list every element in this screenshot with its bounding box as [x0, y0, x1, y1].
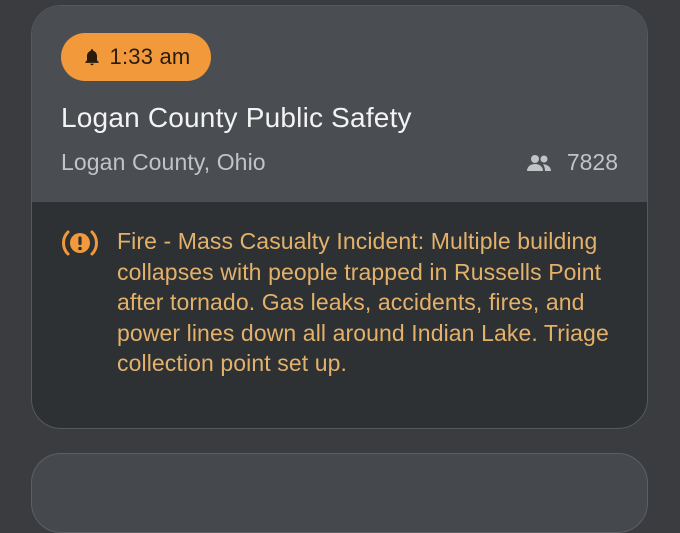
alert-card[interactable]: 1:33 am Logan County Public Safety Logan…: [31, 5, 648, 429]
warning-icon: [62, 230, 98, 256]
next-alert-card[interactable]: [31, 453, 648, 533]
member-count: 7828: [525, 149, 618, 176]
alert-time: 1:33 am: [109, 44, 191, 69]
agency-location: Logan County, Ohio: [61, 149, 266, 175]
member-count-value: 7828: [566, 149, 618, 175]
alert-card-header: 1:33 am Logan County Public Safety Logan…: [32, 6, 647, 202]
bell-icon: [84, 49, 99, 66]
alert-message: Fire - Mass Casualty Incident: Multiple …: [117, 228, 609, 376]
agency-name: Logan County Public Safety: [61, 102, 412, 133]
group-icon: [526, 154, 551, 171]
alert-body: Fire - Mass Casualty Incident: Multiple …: [61, 226, 622, 379]
time-badge: 1:33 am: [61, 33, 211, 81]
